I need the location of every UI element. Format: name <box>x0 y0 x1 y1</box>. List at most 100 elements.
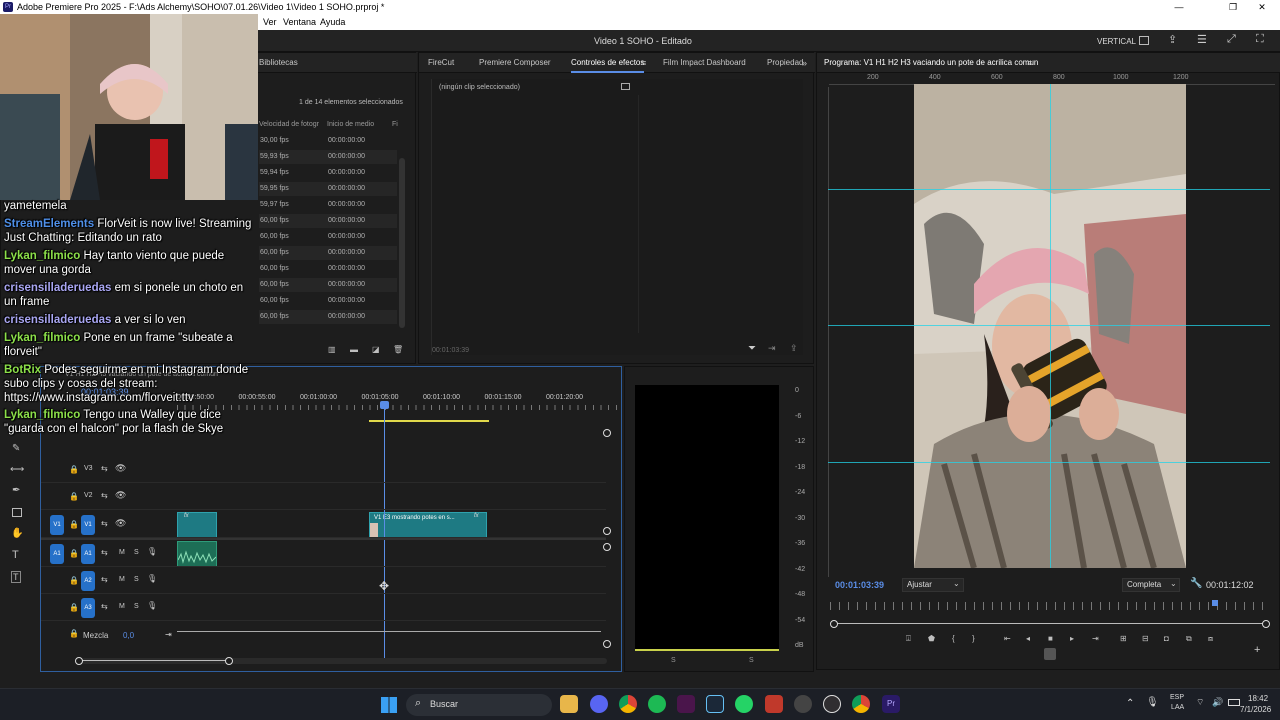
source-patch-a1[interactable]: A1 <box>50 544 64 564</box>
track-target-a2[interactable]: A2 <box>81 571 95 591</box>
panel-icon[interactable] <box>1139 36 1149 45</box>
tab-film-impact[interactable]: Film Impact Dashboard <box>663 53 746 73</box>
stop-icon[interactable]: ■ <box>1048 634 1053 644</box>
project-row[interactable]: 60,00 fps 00:00:00:00 <box>259 262 397 276</box>
sync-icon[interactable]: ⇆ <box>101 519 108 528</box>
playhead-handle[interactable] <box>380 401 389 409</box>
source-patch-v1[interactable]: V1 <box>50 515 64 535</box>
razor-tool-icon[interactable]: ✎ <box>12 444 20 454</box>
marker-icon[interactable]: ⬟ <box>928 634 935 644</box>
mic-icon[interactable]: 🎙 <box>147 547 157 556</box>
fit-dropdown[interactable]: Ajustar ⌄ <box>902 578 964 592</box>
steam-icon[interactable] <box>706 695 724 713</box>
mark-in-icon[interactable]: ⍗ <box>906 634 911 644</box>
tab-premiere-composer[interactable]: Premiere Composer <box>479 53 551 73</box>
lock-icon[interactable]: 🔒 <box>69 549 79 558</box>
eye-icon[interactable]: 👁 <box>115 490 126 501</box>
tab-firecut[interactable]: FireCut <box>428 53 454 73</box>
project-scrollbar[interactable] <box>399 158 405 328</box>
camera-icon[interactable]: ◘ <box>1164 634 1169 644</box>
chrome-icon[interactable] <box>619 695 637 713</box>
mic-icon[interactable]: 🎙 <box>147 601 157 610</box>
vscroll-handle-1[interactable] <box>603 429 611 437</box>
volume-icon[interactable]: 🔊 <box>1212 697 1223 708</box>
vr-icon[interactable]: ⧈ <box>1208 634 1213 644</box>
project-row[interactable]: 60,00 fps 00:00:00:00 <box>259 294 397 308</box>
menu-ayuda[interactable]: Ayuda <box>320 14 345 30</box>
overwrite-icon[interactable]: ⊟ <box>1142 634 1149 644</box>
go-to-in-icon[interactable]: ⇤ <box>1004 634 1011 644</box>
sync-icon[interactable]: ⇆ <box>101 464 108 473</box>
region-label[interactable]: LAA <box>1171 704 1184 711</box>
go-to-out-icon[interactable]: ⇥ <box>1092 634 1099 644</box>
pen-tool-icon[interactable]: ✒ <box>12 486 20 496</box>
column-header-end[interactable]: Fi <box>392 121 398 128</box>
track-target-a3[interactable]: A3 <box>81 598 95 618</box>
safe-margins-icon[interactable] <box>1044 648 1056 660</box>
play-audio-icon[interactable]: ⇥ <box>768 343 776 354</box>
add-button-icon[interactable]: + <box>1254 644 1260 656</box>
lock-icon[interactable]: 🔒 <box>69 603 79 612</box>
work-area-bar[interactable] <box>369 420 489 422</box>
export-frame-icon[interactable]: ⇪ <box>790 343 798 354</box>
type-tool-icon[interactable]: T <box>12 550 19 561</box>
chrome-profile-icon[interactable] <box>852 695 870 713</box>
track-target-a1[interactable]: A1 <box>81 544 95 564</box>
project-row[interactable]: 59,93 fps 00:00:00:00 <box>259 150 397 164</box>
lock-icon[interactable]: 🔒 <box>69 465 79 474</box>
caption-tool-icon[interactable]: T <box>11 571 21 583</box>
track-label[interactable]: V2 <box>84 492 93 499</box>
project-row[interactable]: 30,00 fps 00:00:00:00 <box>259 134 397 148</box>
solo-button[interactable]: S <box>134 576 139 583</box>
eye-icon[interactable]: 👁 <box>115 518 126 529</box>
guide-v1[interactable] <box>1050 84 1051 568</box>
project-row[interactable]: 60,00 fps 00:00:00:00 <box>259 278 397 292</box>
workspace-label[interactable]: VERTICAL <box>1097 37 1136 46</box>
project-row[interactable]: 59,94 fps 00:00:00:00 <box>259 166 397 180</box>
scroll-handle-right[interactable] <box>1262 620 1270 628</box>
discord-icon[interactable] <box>590 695 608 713</box>
step-forward-icon[interactable]: ▸ <box>1070 634 1074 644</box>
project-row[interactable]: 60,00 fps 00:00:00:00 <box>259 246 397 260</box>
guide-h1[interactable] <box>828 189 1270 190</box>
timeline-hscroll[interactable] <box>81 658 607 664</box>
battery-icon[interactable] <box>1228 699 1240 706</box>
clock-time[interactable]: 18:42 <box>1248 694 1268 703</box>
taskbar-search[interactable]: ⌕ Buscar <box>406 694 552 716</box>
mute-button[interactable]: M <box>119 549 125 556</box>
tab-controles-efectos[interactable]: Controles de efectos <box>571 53 645 73</box>
whatsapp-icon[interactable] <box>735 695 753 713</box>
lock-icon[interactable]: 🔒 <box>69 520 79 529</box>
timeline-view-icon[interactable] <box>621 83 630 90</box>
timeline-hscroll-thumb[interactable] <box>79 660 229 661</box>
language-label[interactable]: ESP <box>1170 694 1184 701</box>
sync-icon[interactable]: ⇆ <box>101 602 108 611</box>
minimize-button[interactable]: — <box>1172 0 1186 14</box>
quality-dropdown[interactable]: Completa ⌄ <box>1122 578 1180 592</box>
program-playhead-marker[interactable] <box>1212 600 1218 606</box>
lock-icon[interactable]: 🔒 <box>69 576 79 585</box>
menu-ventana[interactable]: Ventana <box>283 14 316 30</box>
project-row[interactable]: 60,00 fps 00:00:00:00 <box>259 214 397 228</box>
mix-value[interactable]: 0,0 <box>123 631 134 640</box>
wifi-icon[interactable]: ⌔ <box>1196 697 1204 708</box>
premiere-taskbar-icon[interactable]: Pr <box>882 695 900 713</box>
project-row[interactable]: 60,00 fps 00:00:00:00 <box>259 310 397 324</box>
slip-tool-icon[interactable]: ⟷ <box>10 465 24 475</box>
guide-h3[interactable] <box>828 462 1270 463</box>
mix-end-icon[interactable]: ⇥ <box>165 630 172 639</box>
sync-icon[interactable]: ⇆ <box>101 575 108 584</box>
export-icon[interactable]: ⇪ <box>1168 33 1177 46</box>
track-target-v1[interactable]: V1 <box>81 515 95 535</box>
file-explorer-icon[interactable] <box>560 695 578 713</box>
slack-icon[interactable] <box>677 695 695 713</box>
new-bin-icon[interactable]: ▬ <box>350 345 358 355</box>
menu-lines-icon[interactable]: ☰ <box>1197 33 1207 46</box>
tab-bibliotecas[interactable]: Bibliotecas <box>259 53 298 73</box>
close-button[interactable]: ✕ <box>1255 0 1269 14</box>
solo-button[interactable]: S <box>134 603 139 610</box>
wrench-icon[interactable]: 🔧 <box>1190 578 1202 589</box>
sync-icon[interactable]: ⇆ <box>101 548 108 557</box>
fullscreen-icon[interactable]: ⛶ <box>1256 33 1264 46</box>
obs-icon[interactable] <box>823 695 841 713</box>
